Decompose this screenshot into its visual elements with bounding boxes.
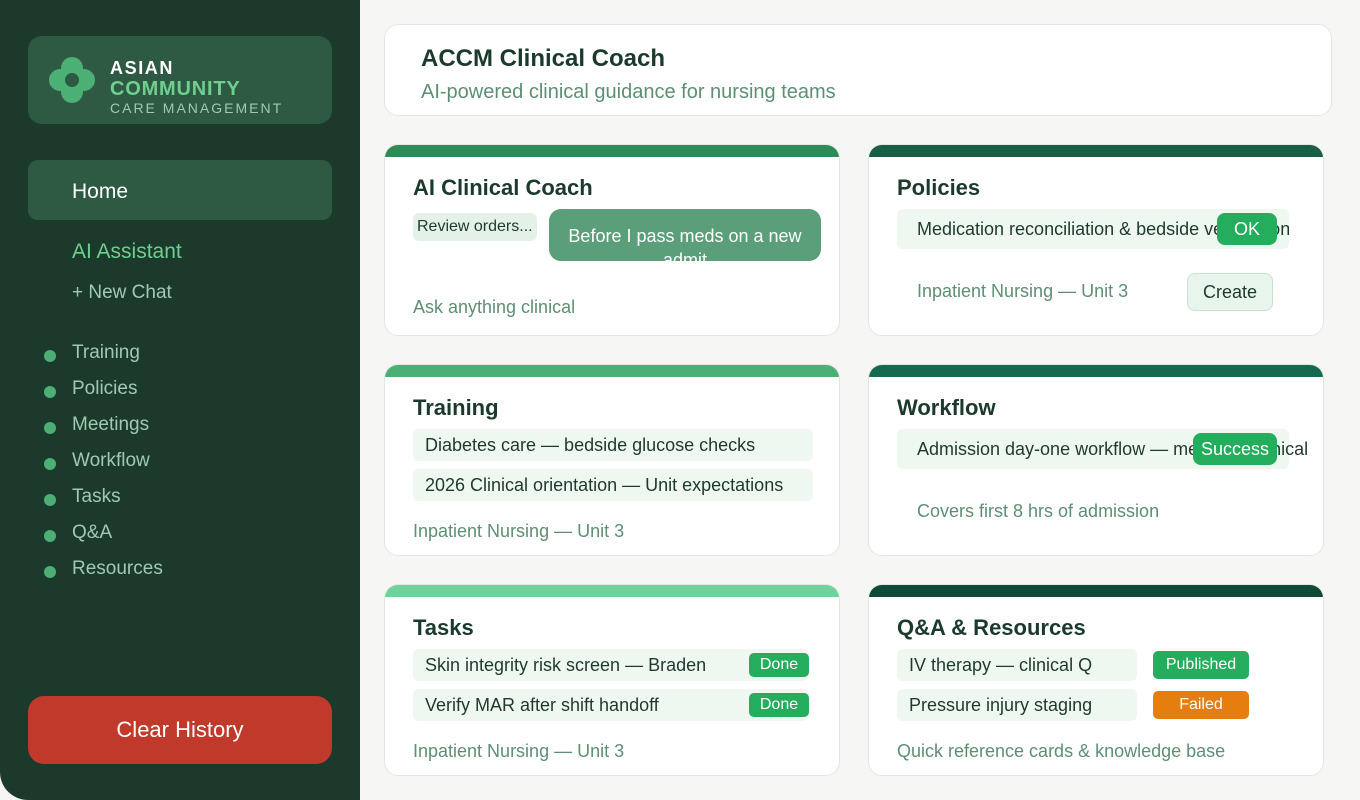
list-item[interactable]: Diabetes care — bedside glucose checks: [413, 429, 813, 461]
card-accent-bar: [869, 585, 1323, 597]
create-button[interactable]: Create: [1187, 273, 1273, 311]
card-footer: Inpatient Nursing — Unit 3: [413, 741, 625, 761]
nav-home-label: Home: [72, 180, 129, 203]
nav-item-label: Q&A: [72, 522, 113, 543]
nav-item-label: Policies: [72, 378, 138, 399]
qa-row[interactable]: Pressure injury staging: [897, 689, 1137, 721]
card-policies: Policies Medication reconciliation & bed…: [868, 144, 1324, 336]
brand-line-3: CARE MANAGEMENT: [110, 100, 284, 116]
bullet-icon: [44, 458, 56, 470]
success-badge[interactable]: Success: [1193, 433, 1277, 465]
bullet-icon: [44, 530, 56, 542]
task-label: Skin integrity risk screen — Braden: [425, 655, 707, 675]
card-ai-coach: AI Clinical Coach Review orders... Befor…: [384, 144, 840, 336]
qa-label: Pressure injury staging: [909, 695, 1093, 715]
nav-home[interactable]: Home: [28, 160, 332, 220]
page-header: ACCM Clinical Coach AI-powered clinical …: [384, 24, 1332, 116]
ask-anything-prompt[interactable]: Ask anything clinical: [413, 297, 575, 318]
page-subtitle: AI-powered clinical guidance for nursing…: [421, 81, 836, 103]
status-badge: Published: [1153, 651, 1249, 679]
nav-item-label: Resources: [72, 558, 163, 579]
nav-item-qa[interactable]: Q&A: [44, 522, 304, 546]
task-label: Verify MAR after shift handoff: [425, 695, 659, 715]
card-footer: Inpatient Nursing — Unit 3: [413, 521, 625, 541]
brand-line-1: ASIAN: [110, 58, 175, 78]
page-title: ACCM Clinical Coach: [421, 45, 666, 72]
nav-item-label: Meetings: [72, 414, 150, 435]
ok-badge[interactable]: OK: [1217, 213, 1277, 245]
brand-line-2: COMMUNITY: [110, 78, 241, 100]
flower-logo-icon: [49, 57, 95, 103]
status-badge: Done: [749, 653, 809, 677]
clear-history-button[interactable]: Clear History: [28, 696, 332, 764]
card-accent-bar: [869, 145, 1323, 157]
qa-label: IV therapy — clinical Q: [909, 655, 1093, 675]
chat-message-bubble[interactable]: Before I pass meds on a new admit: [549, 209, 821, 261]
list-item[interactable]: 2026 Clinical orientation — Unit expecta…: [413, 469, 813, 501]
nav-item-training[interactable]: Training: [44, 342, 304, 366]
card-title: Q&A & Resources: [897, 615, 1086, 640]
bullet-icon: [44, 350, 56, 362]
status-badge: Done: [749, 693, 809, 717]
status-badge: Failed: [1153, 691, 1249, 719]
card-accent-bar: [385, 585, 839, 597]
sidebar: ASIAN COMMUNITY CARE MANAGEMENT Home AI …: [0, 0, 360, 800]
nav-item-workflow[interactable]: Workflow: [44, 450, 304, 474]
card-title: AI Clinical Coach: [413, 175, 593, 200]
card-training: Training Diabetes care — bedside glucose…: [384, 364, 840, 556]
card-accent-bar: [869, 365, 1323, 377]
card-title: Workflow: [897, 395, 996, 420]
card-title: Policies: [897, 175, 981, 200]
suggestion-chip[interactable]: Review orders...: [413, 213, 537, 241]
bullet-icon: [44, 566, 56, 578]
card-tasks: Tasks Skin integrity risk screen — Brade…: [384, 584, 840, 776]
new-chat-link[interactable]: + New Chat: [72, 282, 172, 304]
bullet-icon: [44, 422, 56, 434]
nav-item-resources[interactable]: Resources: [44, 558, 304, 582]
card-title: Training: [413, 395, 499, 420]
card-workflow: Workflow Admission day-one workflow — me…: [868, 364, 1324, 556]
nav-item-policies[interactable]: Policies: [44, 378, 304, 402]
card-footer: Covers first 8 hrs of admission: [917, 501, 1160, 521]
card-footer: Quick reference cards & knowledge base: [897, 741, 1226, 761]
card-footer: Inpatient Nursing — Unit 3: [917, 281, 1129, 301]
nav-item-tasks[interactable]: Tasks: [44, 486, 304, 510]
brand-name: ASIAN COMMUNITY CARE MANAGEMENT: [110, 58, 283, 116]
card-accent-bar: [385, 365, 839, 377]
qa-row[interactable]: IV therapy — clinical Q: [897, 649, 1137, 681]
bullet-icon: [44, 386, 56, 398]
card-qa-resources: Q&A & Resources IV therapy — clinical Q …: [868, 584, 1324, 776]
card-accent-bar: [385, 145, 839, 157]
nav-item-label: Training: [72, 342, 140, 363]
nav-item-meetings[interactable]: Meetings: [44, 414, 304, 438]
nav-item-label: Tasks: [72, 486, 121, 507]
brand-logo: ASIAN COMMUNITY CARE MANAGEMENT: [28, 36, 332, 124]
card-title: Tasks: [413, 615, 474, 640]
bullet-icon: [44, 494, 56, 506]
nav-item-label: Workflow: [72, 450, 150, 471]
nav-ai-assistant[interactable]: AI Assistant: [72, 240, 182, 264]
